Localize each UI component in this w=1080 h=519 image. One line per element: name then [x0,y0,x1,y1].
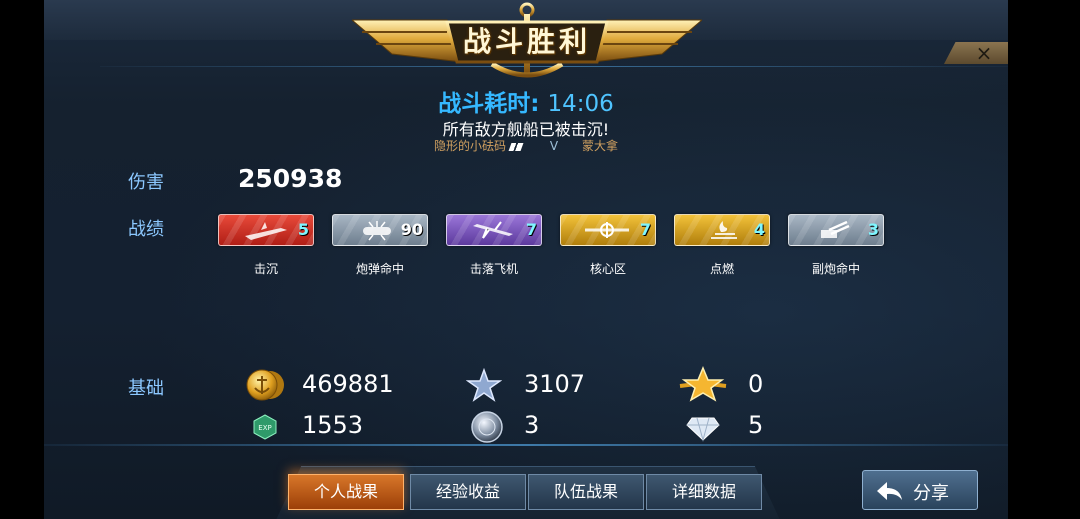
badge-fire[interactable]: 4 点燃 [674,214,770,276]
players-line: 隐形的小砝码 V 蒙大拿 [44,137,1008,154]
badge-citadel-box: 7 [560,214,656,246]
badge-shell-hit[interactable]: 90 炮弹命中 [332,214,428,276]
exp-value: 1553 [302,411,364,439]
damage-label: 伤害 [128,172,164,193]
player-left-name: 隐形的小砝码 [434,139,507,153]
badge-fire-box: 4 [674,214,770,246]
rank-icon [508,142,524,151]
badge-shell-hit-count: 90 [400,220,423,239]
game-screen: 战斗胜利 × 战斗耗时: 14:06 所有敌方舰船已被击沉! 隐形的小砝码 V … [44,0,1008,519]
badge-secondary-hit-box: 3 [788,214,884,246]
badge-secondary-hit-label: 副炮命中 [811,262,860,276]
tab-detailed-data[interactable]: 详细数据 [646,474,762,510]
badge-secondary-hit-count: 3 [867,220,879,239]
record-label: 战绩 [128,219,164,240]
share-label: 分享 [913,483,949,504]
battle-duration-label: 战斗耗时: [438,91,540,117]
vs-label: V [549,139,559,153]
diamond-icon [686,417,720,442]
silver-orb-icon [471,411,503,443]
share-button[interactable]: 分享 [862,470,978,510]
badge-shell-hit-box: 90 [332,214,428,246]
badge-sink-count: 5 [297,220,309,239]
victory-emblem: 战斗胜利 [350,2,704,80]
badge-fire-label: 点燃 [709,262,734,276]
exp-icon-text: EXP [258,424,271,432]
fire-icon [711,221,737,239]
gold-star-icon [679,366,727,402]
gold-star-value: 0 [748,370,764,398]
shell-hit-icon [363,221,391,241]
tab-exp-gains[interactable]: 经验收益 [410,474,526,510]
coins-value: 469881 [302,370,394,398]
badge-sink[interactable]: 5 击沉 [218,214,314,276]
badge-citadel-label: 核心区 [589,262,626,276]
badge-citadel-count: 7 [639,220,651,239]
tab-team-results[interactable]: 队伍战果 [528,474,644,510]
base-label: 基础 [128,378,164,399]
orb-value: 3 [524,411,540,439]
badge-sink-box: 5 [218,214,314,246]
badge-sink-label: 击沉 [253,262,278,276]
close-button[interactable]: × [944,42,1008,64]
bottom-divider [44,444,1008,446]
battle-duration-value: 14:06 [547,91,614,117]
plane-down-icon [473,221,513,239]
badge-shell-hit-label: 炮弹命中 [355,262,404,276]
share-arrow-icon [877,482,902,500]
silver-star-icon [466,368,502,402]
exp-icon: EXP [253,414,277,440]
badge-plane-down-label: 击落飞机 [469,262,518,276]
tab-personal-results[interactable]: 个人战果 [288,474,404,510]
badge-fire-count: 4 [753,220,765,239]
star-points-value: 3107 [524,370,586,398]
badge-plane-down-count: 7 [525,220,537,239]
gold-coin-icon [246,369,284,401]
damage-value: 250938 [238,164,343,193]
ship-sinking-icon [245,222,287,240]
battle-duration: 战斗耗时: 14:06 [44,84,1008,118]
secondary-gun-icon [821,220,850,238]
badge-secondary-hit[interactable]: 3 副炮命中 [788,214,884,276]
badge-citadel[interactable]: 7 核心区 [560,214,656,276]
citadel-icon [585,222,629,238]
player-right-name: 蒙大拿 [581,139,618,153]
badge-plane-down[interactable]: 7 击落飞机 [446,214,542,276]
badge-plane-down-box: 7 [446,214,542,246]
close-icon: × [975,41,993,65]
diamond-value: 5 [748,411,764,439]
victory-title: 战斗胜利 [462,25,591,58]
